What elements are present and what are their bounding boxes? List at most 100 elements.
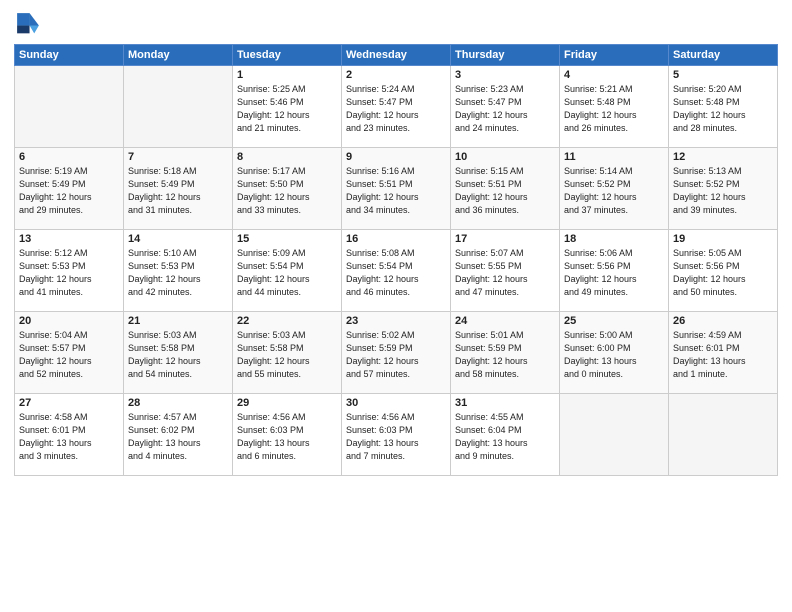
- day-info: Sunrise: 5:10 AM Sunset: 5:53 PM Dayligh…: [128, 247, 228, 299]
- logo: [14, 10, 46, 38]
- day-info: Sunrise: 5:06 AM Sunset: 5:56 PM Dayligh…: [564, 247, 664, 299]
- day-number: 23: [346, 315, 446, 327]
- day-number: 7: [128, 151, 228, 163]
- logo-icon: [14, 10, 42, 38]
- day-number: 4: [564, 69, 664, 81]
- day-info: Sunrise: 5:00 AM Sunset: 6:00 PM Dayligh…: [564, 329, 664, 381]
- day-info: Sunrise: 5:09 AM Sunset: 5:54 PM Dayligh…: [237, 247, 337, 299]
- calendar-cell: 12Sunrise: 5:13 AM Sunset: 5:52 PM Dayli…: [669, 148, 778, 230]
- col-header-friday: Friday: [560, 45, 669, 66]
- day-info: Sunrise: 5:01 AM Sunset: 5:59 PM Dayligh…: [455, 329, 555, 381]
- day-info: Sunrise: 4:57 AM Sunset: 6:02 PM Dayligh…: [128, 411, 228, 463]
- day-info: Sunrise: 4:58 AM Sunset: 6:01 PM Dayligh…: [19, 411, 119, 463]
- day-number: 2: [346, 69, 446, 81]
- day-number: 13: [19, 233, 119, 245]
- day-number: 31: [455, 397, 555, 409]
- calendar-cell: 6 Sunrise: 5:19 AM Sunset: 5:49 PM Daylig…: [15, 148, 124, 230]
- calendar-cell: [669, 394, 778, 476]
- calendar-cell: 22 Sunrise: 5:03 AM Sunset: 5:58 PM Dayli…: [233, 312, 342, 394]
- day-info: Sunrise: 5:20 AM Sunset: 5:48 PM Dayligh…: [673, 83, 773, 135]
- day-number: 21: [128, 315, 228, 327]
- day-info: Sunrise: 5:15 AM Sunset: 5:51 PM Dayligh…: [455, 165, 555, 217]
- calendar-cell: 25 Sunrise: 5:00 AM Sunset: 6:00 PM Dayli…: [560, 312, 669, 394]
- day-number: 1: [237, 69, 337, 81]
- day-number: 14: [128, 233, 228, 245]
- day-info: Sunrise: 4:55 AM Sunset: 6:04 PM Dayligh…: [455, 411, 555, 463]
- calendar-cell: [15, 66, 124, 148]
- day-info: Sunrise: 5:12 AM Sunset: 5:53 PM Dayligh…: [19, 247, 119, 299]
- day-number: 22: [237, 315, 337, 327]
- day-number: 19: [673, 233, 773, 245]
- day-info: Sunrise: 5:03 AM Sunset: 5:58 PM Dayligh…: [237, 329, 337, 381]
- calendar-cell: 23 Sunrise: 5:02 AM Sunset: 5:59 PM Dayli…: [342, 312, 451, 394]
- header: [14, 10, 778, 38]
- day-number: 29: [237, 397, 337, 409]
- day-info: Sunrise: 5:24 AM Sunset: 5:47 PM Dayligh…: [346, 83, 446, 135]
- day-number: 26: [673, 315, 773, 327]
- day-info: Sunrise: 5:02 AM Sunset: 5:59 PM Dayligh…: [346, 329, 446, 381]
- calendar-cell: 13 Sunrise: 5:12 AM Sunset: 5:53 PM Dayli…: [15, 230, 124, 312]
- day-number: 11: [564, 151, 664, 163]
- calendar-cell: 7 Sunrise: 5:18 AM Sunset: 5:49 PM Daylig…: [124, 148, 233, 230]
- calendar-cell: 14 Sunrise: 5:10 AM Sunset: 5:53 PM Dayli…: [124, 230, 233, 312]
- col-header-thursday: Thursday: [451, 45, 560, 66]
- calendar-cell: 1 Sunrise: 5:25 AM Sunset: 5:46 PM Daylig…: [233, 66, 342, 148]
- day-number: 6: [19, 151, 119, 163]
- day-number: 16: [346, 233, 446, 245]
- col-header-saturday: Saturday: [669, 45, 778, 66]
- day-info: Sunrise: 5:07 AM Sunset: 5:55 PM Dayligh…: [455, 247, 555, 299]
- calendar-cell: 20 Sunrise: 5:04 AM Sunset: 5:57 PM Dayli…: [15, 312, 124, 394]
- day-number: 24: [455, 315, 555, 327]
- calendar-cell: 30 Sunrise: 4:56 AM Sunset: 6:03 PM Dayli…: [342, 394, 451, 476]
- day-number: 27: [19, 397, 119, 409]
- day-info: Sunrise: 5:16 AM Sunset: 5:51 PM Dayligh…: [346, 165, 446, 217]
- calendar-cell: 4 Sunrise: 5:21 AM Sunset: 5:48 PM Daylig…: [560, 66, 669, 148]
- calendar-table: SundayMondayTuesdayWednesdayThursdayFrid…: [14, 44, 778, 476]
- day-number: 10: [455, 151, 555, 163]
- calendar-cell: 29 Sunrise: 4:56 AM Sunset: 6:03 PM Dayli…: [233, 394, 342, 476]
- calendar-cell: 17 Sunrise: 5:07 AM Sunset: 5:55 PM Dayli…: [451, 230, 560, 312]
- calendar-cell: 2 Sunrise: 5:24 AM Sunset: 5:47 PM Daylig…: [342, 66, 451, 148]
- day-info: Sunrise: 5:23 AM Sunset: 5:47 PM Dayligh…: [455, 83, 555, 135]
- day-info: Sunrise: 5:17 AM Sunset: 5:50 PM Dayligh…: [237, 165, 337, 217]
- calendar-cell: [560, 394, 669, 476]
- calendar-cell: 31 Sunrise: 4:55 AM Sunset: 6:04 PM Dayli…: [451, 394, 560, 476]
- day-info: Sunrise: 4:56 AM Sunset: 6:03 PM Dayligh…: [237, 411, 337, 463]
- calendar-cell: 11 Sunrise: 5:14 AM Sunset: 5:52 PM Dayli…: [560, 148, 669, 230]
- day-info: Sunrise: 5:13 AM Sunset: 5:52 PM Dayligh…: [673, 165, 773, 217]
- day-number: 3: [455, 69, 555, 81]
- col-header-tuesday: Tuesday: [233, 45, 342, 66]
- day-number: 8: [237, 151, 337, 163]
- day-info: Sunrise: 5:08 AM Sunset: 5:54 PM Dayligh…: [346, 247, 446, 299]
- page: SundayMondayTuesdayWednesdayThursdayFrid…: [0, 0, 792, 612]
- day-info: Sunrise: 4:59 AM Sunset: 6:01 PM Dayligh…: [673, 329, 773, 381]
- day-info: Sunrise: 5:04 AM Sunset: 5:57 PM Dayligh…: [19, 329, 119, 381]
- col-header-monday: Monday: [124, 45, 233, 66]
- calendar-cell: 18 Sunrise: 5:06 AM Sunset: 5:56 PM Dayli…: [560, 230, 669, 312]
- calendar-cell: 3 Sunrise: 5:23 AM Sunset: 5:47 PM Daylig…: [451, 66, 560, 148]
- day-number: 18: [564, 233, 664, 245]
- col-header-sunday: Sunday: [15, 45, 124, 66]
- day-info: Sunrise: 4:56 AM Sunset: 6:03 PM Dayligh…: [346, 411, 446, 463]
- day-info: Sunrise: 5:19 AM Sunset: 5:49 PM Dayligh…: [19, 165, 119, 217]
- calendar-cell: 9Sunrise: 5:16 AM Sunset: 5:51 PM Daylig…: [342, 148, 451, 230]
- day-info: Sunrise: 5:05 AM Sunset: 5:56 PM Dayligh…: [673, 247, 773, 299]
- calendar-cell: 26 Sunrise: 4:59 AM Sunset: 6:01 PM Dayli…: [669, 312, 778, 394]
- calendar-cell: 10 Sunrise: 5:15 AM Sunset: 5:51 PM Dayli…: [451, 148, 560, 230]
- calendar-cell: 28 Sunrise: 4:57 AM Sunset: 6:02 PM Dayli…: [124, 394, 233, 476]
- calendar-cell: 8 Sunrise: 5:17 AM Sunset: 5:50 PM Daylig…: [233, 148, 342, 230]
- day-info: Sunrise: 5:14 AM Sunset: 5:52 PM Dayligh…: [564, 165, 664, 217]
- day-info: Sunrise: 5:03 AM Sunset: 5:58 PM Dayligh…: [128, 329, 228, 381]
- day-number: 28: [128, 397, 228, 409]
- day-number: 17: [455, 233, 555, 245]
- calendar-cell: 21 Sunrise: 5:03 AM Sunset: 5:58 PM Dayli…: [124, 312, 233, 394]
- day-info: Sunrise: 5:25 AM Sunset: 5:46 PM Dayligh…: [237, 83, 337, 135]
- day-number: 15: [237, 233, 337, 245]
- day-info: Sunrise: 5:18 AM Sunset: 5:49 PM Dayligh…: [128, 165, 228, 217]
- day-info: Sunrise: 5:21 AM Sunset: 5:48 PM Dayligh…: [564, 83, 664, 135]
- day-number: 25: [564, 315, 664, 327]
- calendar-cell: 27 Sunrise: 4:58 AM Sunset: 6:01 PM Dayli…: [15, 394, 124, 476]
- col-header-wednesday: Wednesday: [342, 45, 451, 66]
- day-number: 30: [346, 397, 446, 409]
- day-number: 20: [19, 315, 119, 327]
